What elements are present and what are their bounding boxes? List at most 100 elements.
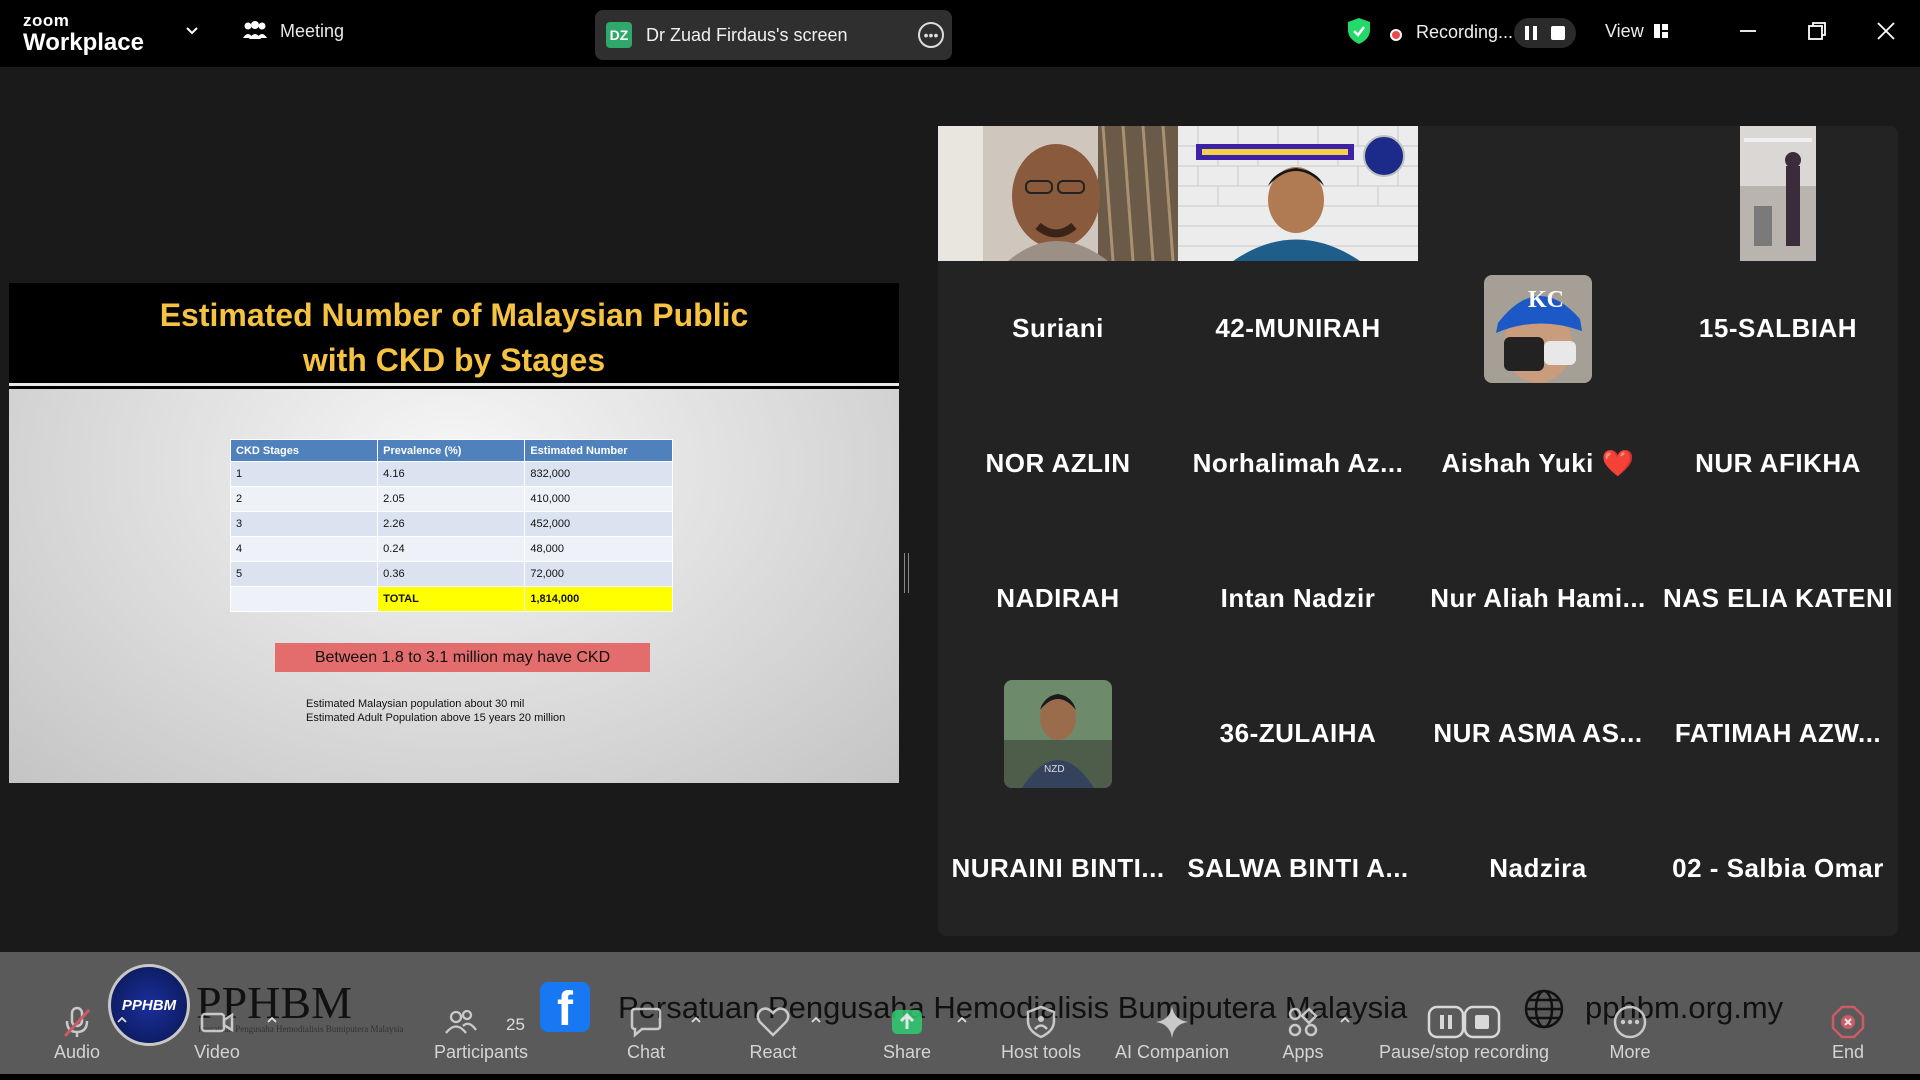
video-camera-icon [200,1012,234,1033]
pause-recording-icon[interactable] [1525,26,1537,40]
table-cell [229,586,379,612]
video-tile[interactable]: NOR AZLIN [938,396,1178,531]
view-button[interactable]: View [1605,21,1644,42]
total-label: TOTAL [377,586,526,612]
video-tile[interactable]: NUR AFIKHA [1658,396,1898,531]
slide-title-line1: Estimated Number of Malaysian Public [159,297,749,333]
video-tile[interactable] [1658,126,1898,261]
chevron-down-icon[interactable] [184,22,200,38]
chat-label: Chat [626,1042,666,1062]
stop-recording-icon[interactable] [1551,26,1565,40]
participant-name: 02 - Salbia Omar [1672,853,1884,883]
table-cell: 4 [229,536,379,562]
close-icon[interactable] [1873,18,1899,44]
video-tile[interactable]: NADIRAH [938,531,1178,666]
table-cell: 410,000 [524,486,673,512]
brand-large: Workplace [23,29,144,56]
shared-screen: Estimated Number of Malaysian Public wit… [9,283,899,783]
split-resize-handle[interactable] [904,553,909,593]
participant-name: FATIMAH AZW... [1674,718,1882,748]
table-row: 1 4.16 832,000 [229,461,673,487]
recording-dot-icon [1390,29,1402,41]
video-tile[interactable]: KC [1418,261,1658,396]
video-tile[interactable]: Intan Nadzir [1178,531,1418,666]
apps-icon [1288,1007,1318,1037]
video-tile[interactable]: Norhalimah Az... [1178,396,1418,531]
zoom-logo: zoom Workplace [23,12,144,55]
chevron-up-icon[interactable] [690,1014,702,1026]
pause-stop-recording-button[interactable]: Pause/stop recording [1364,1004,1564,1063]
shield-icon[interactable] [1347,17,1371,45]
participants-button[interactable]: Participants [411,1004,551,1063]
table-cell: 48,000 [524,536,673,562]
table-cell: 2.05 [377,486,526,512]
note-line: Estimated Malaysian population about 30 … [306,698,525,710]
apps-button[interactable]: Apps [1233,1004,1373,1063]
participant-name: Nadzira [1489,853,1587,883]
ai-companion-button[interactable]: AI Companion [1102,1004,1242,1063]
video-tile[interactable]: NUR ASMA AS... [1418,666,1658,801]
more-button[interactable]: More [1560,1004,1700,1063]
participant-gallery: Suriani 42-MUNIRAH KC 15-SALBIAH NOR AZL… [938,126,1898,936]
chevron-up-icon[interactable] [956,1014,968,1026]
share-screen-icon [892,1010,922,1034]
video-tile[interactable] [1178,126,1418,261]
meeting-menu[interactable]: Meeting [242,20,344,42]
video-tile[interactable]: Suriani [938,261,1178,396]
video-tile[interactable]: FATIMAH AZW... [1658,666,1898,801]
video-tile[interactable]: 15-SALBIAH [1658,261,1898,396]
participant-name: Intan Nadzir [1220,583,1376,613]
video-tile[interactable]: NZD [938,666,1178,801]
chevron-up-icon[interactable] [810,1014,822,1026]
video-tile[interactable] [938,126,1178,261]
audio-button[interactable]: Audio [7,1004,147,1063]
chevron-up-icon[interactable] [266,1014,278,1026]
participant-video [938,126,1178,261]
chat-button[interactable]: Chat [576,1004,716,1063]
participant-name: NAS ELIA KATENI [1663,583,1893,613]
video-tile[interactable]: Aishah Yuki ❤️ [1418,396,1658,531]
participant-name: Nur Aliah Hami... [1430,583,1646,613]
end-label: End [1831,1042,1865,1062]
table-cell: 0.36 [377,561,526,587]
video-tile[interactable]: 36-ZULAIHA [1178,666,1418,801]
table-cell: 1 [229,461,379,487]
participants-icon [445,1009,477,1034]
restore-icon[interactable] [1804,18,1830,44]
video-off-placeholder [1418,126,1658,261]
sparkle-icon [1156,1006,1188,1038]
grid-view-icon[interactable] [1653,23,1669,39]
react-button[interactable]: React [703,1004,843,1063]
host-tools-button[interactable]: Host tools [971,1004,1111,1063]
video-label: Video [194,1042,240,1062]
video-tile[interactable]: 42-MUNIRAH [1178,261,1418,396]
chat-bubble-icon [630,1007,662,1038]
minimize-icon[interactable] [1735,18,1761,44]
participant-name: Norhalimah Az... [1192,448,1404,478]
svg-text:NZD: NZD [1044,764,1065,775]
column-header: CKD Stages [229,439,379,462]
video-tile[interactable]: NAS ELIA KATENI [1658,531,1898,666]
apps-label: Apps [1282,1042,1324,1062]
slide-note: Estimated Malaysian population about 30 … [306,697,565,725]
column-header: Prevalence (%) [377,439,526,462]
share-button[interactable]: Share [837,1004,977,1063]
table-cell: 72,000 [524,561,673,587]
video-tile[interactable]: Nur Aliah Hami... [1418,531,1658,666]
video-tile[interactable]: Nadzira [1418,801,1658,936]
callout-box: Between 1.8 to 3.1 million may have CKD [275,643,650,672]
more-options-icon[interactable]: ••• [918,22,944,48]
shared-screen-indicator[interactable]: DZ Dr Zuad Firdaus's screen ••• [595,10,952,60]
ckd-table: CKD Stages Prevalence (%) Estimated Numb… [229,439,673,612]
chevron-up-icon[interactable] [116,1014,128,1026]
table-cell: 5 [229,561,379,587]
participant-count: 25 [506,1015,525,1034]
participant-name: NUR ASMA AS... [1433,718,1643,748]
video-tile[interactable]: SALWA BINTI A... [1178,801,1418,936]
video-tile[interactable] [1418,126,1658,261]
end-button[interactable]: End [1778,1004,1918,1063]
video-tile[interactable]: 02 - Salbia Omar [1658,801,1898,936]
video-button[interactable]: Video [147,1004,287,1063]
chevron-up-icon[interactable] [1339,1014,1351,1026]
video-tile[interactable]: NURAINI BINTI... [938,801,1178,936]
